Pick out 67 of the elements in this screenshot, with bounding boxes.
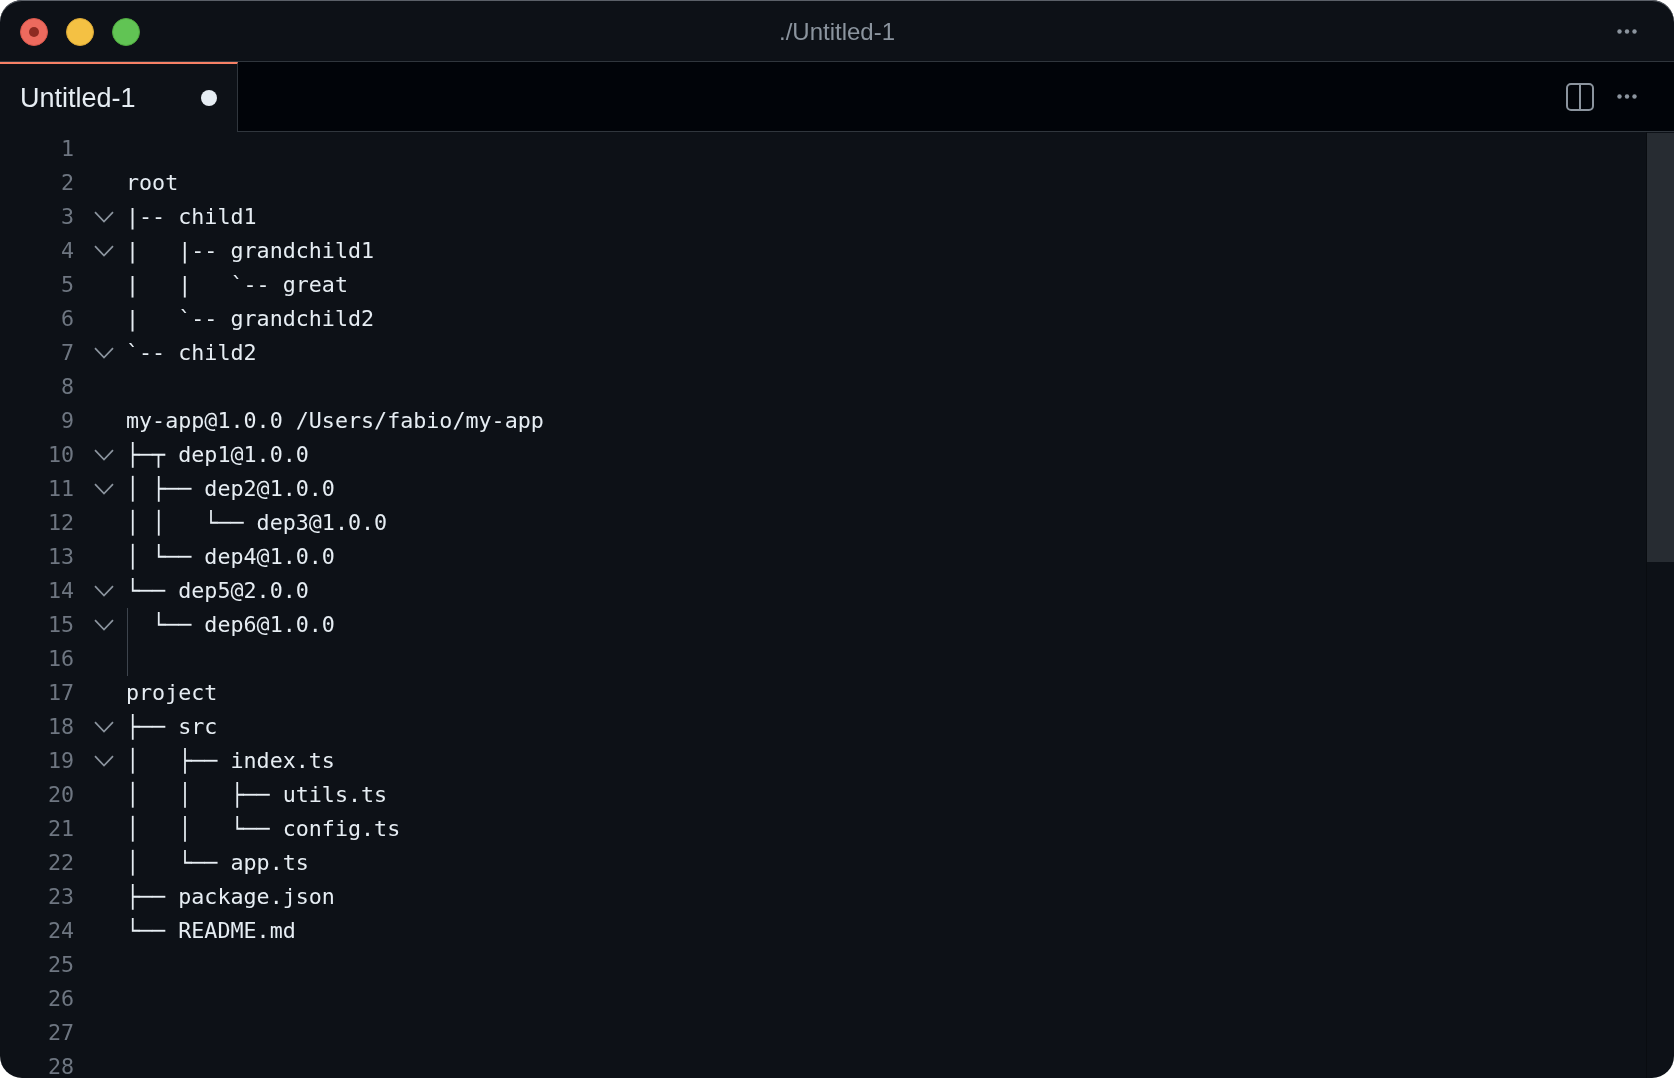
line-number: 15 xyxy=(47,616,74,634)
line-number: 2 xyxy=(60,174,74,192)
code-line: │ │ └── dep3@1.0.0 xyxy=(126,510,388,536)
line-number: 5 xyxy=(60,276,74,294)
code-line: `-- child2 xyxy=(126,340,257,366)
code-line: │ └── dep4@1.0.0 xyxy=(126,544,335,570)
fold-chevron-icon[interactable] xyxy=(94,755,114,767)
ellipsis-icon[interactable] xyxy=(1617,29,1637,34)
fold-chevron-icon[interactable] xyxy=(94,245,114,257)
code-line: my-app@1.0.0 /Users/fabio/my-app xyxy=(126,408,544,434)
code-line: └── dep6@1.0.0 xyxy=(151,612,335,638)
fold-chevron-icon[interactable] xyxy=(94,347,114,359)
line-number: 24 xyxy=(47,922,74,940)
close-button[interactable] xyxy=(20,17,48,46)
line-number: 6 xyxy=(60,310,74,328)
code-line: project xyxy=(126,680,218,706)
line-number: 9 xyxy=(60,412,74,430)
code-line: | |-- grandchild1 xyxy=(126,238,375,264)
line-number: 4 xyxy=(60,242,74,260)
fold-chevron-icon[interactable] xyxy=(94,483,114,495)
line-number: 10 xyxy=(47,446,74,464)
line-number: 12 xyxy=(47,514,74,532)
line-number: 16 xyxy=(47,650,74,668)
code-line: └── README.md xyxy=(126,918,296,944)
line-number: 19 xyxy=(47,752,74,770)
code-line: │ ├── index.ts xyxy=(126,748,335,774)
line-number: 23 xyxy=(47,888,74,906)
line-number: 27 xyxy=(47,1024,74,1042)
fold-chevron-icon[interactable] xyxy=(94,449,114,461)
line-number: 17 xyxy=(47,684,74,702)
code-line: | | `-- great xyxy=(126,272,348,298)
line-number: 22 xyxy=(47,854,74,872)
code-line: | `-- grandchild2 xyxy=(126,306,375,332)
line-number: 11 xyxy=(47,480,74,498)
line-number: 13 xyxy=(47,548,74,566)
scrollbar-thumb[interactable] xyxy=(1647,133,1674,562)
line-number: 8 xyxy=(60,378,74,396)
line-number: 20 xyxy=(47,786,74,804)
code-line: |-- child1 xyxy=(126,204,257,230)
code-line: │ │ └── config.ts xyxy=(126,816,401,842)
line-number: 14 xyxy=(47,582,74,600)
code-line: │ └── app.ts xyxy=(126,850,309,876)
code-line: │ │ ├── utils.ts xyxy=(126,782,388,808)
fold-chevron-icon[interactable] xyxy=(94,211,114,223)
code-line: ├── package.json xyxy=(126,884,335,910)
code-line: ├── src xyxy=(126,714,218,740)
line-number: 26 xyxy=(47,990,74,1008)
window-title: ./Untitled-1 xyxy=(778,17,896,46)
split-editor-icon[interactable] xyxy=(1566,82,1594,111)
line-number: 3 xyxy=(60,208,74,226)
code-line: root xyxy=(126,170,179,196)
code-line: ├─┬ dep1@1.0.0 xyxy=(126,442,309,468)
code-line: └── dep5@2.0.0 xyxy=(126,578,309,604)
line-number: 21 xyxy=(47,820,74,838)
minimize-button[interactable] xyxy=(66,17,94,46)
ellipsis-icon[interactable] xyxy=(1617,94,1637,99)
line-number: 1 xyxy=(60,140,74,158)
line-number: 28 xyxy=(47,1058,74,1076)
line-number: 25 xyxy=(47,956,74,974)
tab[interactable]: Untitled-1 xyxy=(0,62,238,132)
line-number: 18 xyxy=(47,718,74,736)
zoom-button[interactable] xyxy=(112,17,140,46)
fold-chevron-icon[interactable] xyxy=(94,721,114,733)
code-line: │ ├── dep2@1.0.0 xyxy=(126,476,335,502)
fold-chevron-icon[interactable] xyxy=(94,585,114,597)
line-number: 7 xyxy=(60,344,74,362)
fold-chevron-icon[interactable] xyxy=(94,619,114,631)
